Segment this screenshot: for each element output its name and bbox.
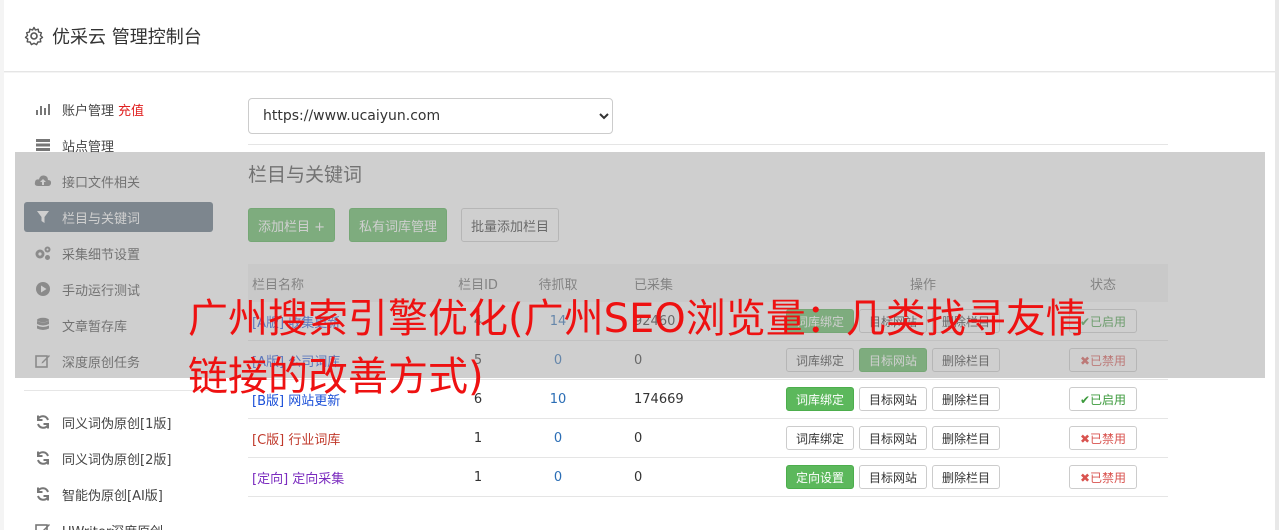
sidebar-item-synonym-v1[interactable]: 同义词伪原创[1版] <box>24 407 213 437</box>
bar-chart-icon <box>34 100 52 118</box>
recharge-link[interactable]: 充值 <box>118 100 144 119</box>
column-name: 定向采集 <box>292 471 345 487</box>
target-site-button[interactable]: 目标网站 <box>859 426 928 450</box>
delete-column-button[interactable]: 删除栏目 <box>932 426 1001 450</box>
status-toggle[interactable]: ✖已禁用 <box>1068 465 1138 489</box>
delete-column-button[interactable]: 删除栏目 <box>932 465 1001 489</box>
gear-icon <box>24 26 44 45</box>
edit-icon <box>34 521 52 530</box>
sidebar-item-uwriter[interactable]: UWriter深度原创 <box>24 515 213 530</box>
app-header: 优采云 管理控制台 <box>4 0 1275 72</box>
sidebar-item-label: 账户管理 <box>62 103 115 119</box>
row-actions: 词库绑定 目标网站 删除栏目 <box>748 426 1038 450</box>
column-id: 1 <box>473 469 483 485</box>
status-toggle[interactable]: ✖已禁用 <box>1068 426 1138 450</box>
column-tag: [C版] <box>252 432 285 448</box>
main-area: https://www.ucaiyun.com <box>248 98 1168 145</box>
sidebar-item-label: 智能伪原创[AI版] <box>62 488 163 504</box>
column-tag: [定向] <box>252 471 289 487</box>
column-id: 1 <box>473 430 483 446</box>
overlay-headline: 广州搜索引擎优化(广州SEO浏览量：几类找寻友情链接的改善方式) <box>188 296 1086 400</box>
column-name: 行业词库 <box>288 432 341 448</box>
sidebar-item-label: UWriter深度原创 <box>62 521 163 530</box>
sidebar-item-smart-ai[interactable]: 智能伪原创[AI版] <box>24 479 213 509</box>
bind-lexicon-button[interactable]: 词库绑定 <box>786 426 855 450</box>
table-row: [定向] 定向采集 1 0 0 定向设置 目标网站 删除栏目 ✖已禁用 <box>248 458 1168 497</box>
column-name-cell[interactable]: [定向] 定向采集 <box>248 468 438 487</box>
row-actions: 定向设置 目标网站 删除栏目 <box>748 465 1038 489</box>
refresh-icon <box>34 485 52 503</box>
site-select[interactable]: https://www.ucaiyun.com <box>248 98 613 134</box>
page-title: 优采云 管理控制台 <box>52 26 202 48</box>
table-row: [C版] 行业词库 1 0 0 词库绑定 目标网站 删除栏目 ✖已禁用 <box>248 419 1168 458</box>
got-count: 0 <box>634 430 643 446</box>
directed-settings-button[interactable]: 定向设置 <box>786 465 855 489</box>
column-name-cell[interactable]: [C版] 行业词库 <box>248 429 438 448</box>
wait-count[interactable]: 0 <box>518 431 598 446</box>
refresh-icon <box>34 413 52 431</box>
wait-count[interactable]: 0 <box>518 470 598 485</box>
sidebar-item-label: 同义词伪原创[1版] <box>62 416 172 432</box>
got-count: 0 <box>634 469 643 485</box>
sidebar-item-label: 同义词伪原创[2版] <box>62 452 172 468</box>
scrollbar[interactable] <box>1275 0 1279 530</box>
sidebar-item-account[interactable]: 账户管理 充值 <box>24 94 213 124</box>
sidebar-divider <box>24 390 213 391</box>
refresh-icon <box>34 449 52 467</box>
target-site-button[interactable]: 目标网站 <box>859 465 928 489</box>
main-divider <box>248 144 1168 145</box>
sidebar-item-synonym-v2[interactable]: 同义词伪原创[2版] <box>24 443 213 473</box>
